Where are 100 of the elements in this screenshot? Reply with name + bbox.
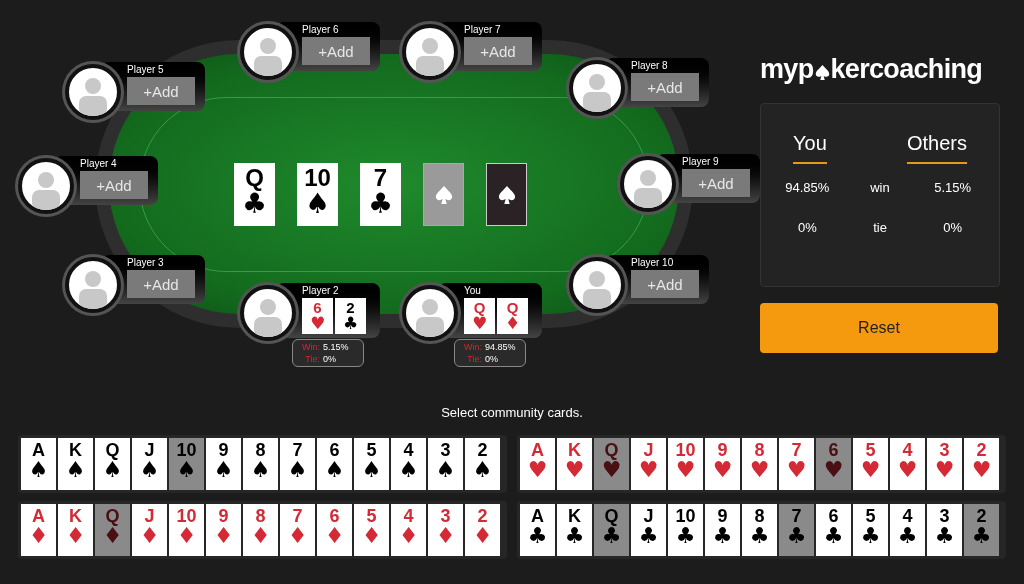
player-name: Player 4 bbox=[80, 157, 118, 171]
picker-card[interactable]: 3 ♦ bbox=[428, 503, 463, 556]
player-name: Player 7 bbox=[464, 23, 502, 37]
picker-card[interactable]: 6 ♠ bbox=[317, 437, 352, 490]
picker-card[interactable]: 6 ♣ bbox=[816, 503, 851, 556]
picker-card[interactable]: 4 ♣ bbox=[890, 503, 925, 556]
odds-value: 94.85% bbox=[784, 179, 831, 197]
picker-card[interactable]: 2 ♥ bbox=[964, 437, 999, 490]
player-name: Player 8 bbox=[631, 59, 669, 73]
picker-card[interactable]: Q ♠ bbox=[95, 437, 130, 490]
community-card[interactable]: Q ♣ bbox=[234, 163, 275, 226]
picker-card[interactable]: K ♣ bbox=[557, 503, 592, 556]
spade-icon bbox=[814, 64, 830, 81]
avatar bbox=[240, 285, 296, 341]
stat-value: 0% bbox=[323, 353, 336, 365]
stat-label: Tie: bbox=[466, 353, 482, 365]
avatar bbox=[402, 24, 458, 80]
picker-card[interactable]: 5 ♠ bbox=[354, 437, 389, 490]
picker-card[interactable]: A ♠ bbox=[21, 437, 56, 490]
player-name: Player 3 bbox=[127, 256, 165, 270]
picker-card[interactable]: 7 ♠ bbox=[280, 437, 315, 490]
add-player-button[interactable]: +Add bbox=[127, 270, 195, 298]
player-name: Player 2 bbox=[302, 284, 340, 298]
prompt-text: Select community cards. bbox=[441, 404, 583, 422]
add-player-button[interactable]: +Add bbox=[631, 73, 699, 101]
avatar bbox=[65, 64, 121, 120]
picker-card[interactable]: 10 ♦ bbox=[169, 503, 204, 556]
community-card[interactable]: 10 ♠ bbox=[297, 163, 338, 226]
player-name: Player 5 bbox=[127, 63, 165, 77]
picker-card[interactable]: 9 ♠ bbox=[206, 437, 241, 490]
stat-value: 0% bbox=[485, 353, 498, 365]
picker-card[interactable]: 5 ♣ bbox=[853, 503, 888, 556]
add-player-button[interactable]: +Add bbox=[302, 37, 370, 65]
picker-card[interactable]: 3 ♠ bbox=[428, 437, 463, 490]
picker-card[interactable]: J ♠ bbox=[132, 437, 167, 490]
hole-card: 2 ♣ bbox=[335, 298, 366, 334]
logo: myp kercoaching bbox=[760, 56, 984, 83]
add-player-button[interactable]: +Add bbox=[464, 37, 532, 65]
odds-value: 5.15% bbox=[933, 179, 973, 197]
spade-icon bbox=[434, 184, 453, 205]
player-name: Player 6 bbox=[302, 23, 340, 37]
odds-value: 0% bbox=[796, 218, 818, 237]
player-name: Player 10 bbox=[631, 256, 675, 270]
picker-card[interactable]: A ♣ bbox=[520, 503, 555, 556]
picker-card[interactable]: 10 ♥ bbox=[668, 437, 703, 490]
hole-card: 6 ♥ bbox=[302, 298, 333, 334]
community-card[interactable]: 7 ♣ bbox=[360, 163, 401, 226]
picker-card[interactable]: 7 ♥ bbox=[779, 437, 814, 490]
picker-card[interactable]: 9 ♣ bbox=[705, 503, 740, 556]
picker-card[interactable]: K ♥ bbox=[557, 437, 592, 490]
picker-card[interactable]: 4 ♥ bbox=[890, 437, 925, 490]
picker-card[interactable]: J ♦ bbox=[132, 503, 167, 556]
picker-card[interactable]: 5 ♥ bbox=[853, 437, 888, 490]
picker-card[interactable]: 9 ♦ bbox=[206, 503, 241, 556]
picker-card[interactable]: 5 ♦ bbox=[354, 503, 389, 556]
add-player-button[interactable]: +Add bbox=[127, 77, 195, 105]
picker-card[interactable]: 3 ♥ bbox=[927, 437, 962, 490]
picker-card[interactable]: 8 ♦ bbox=[243, 503, 278, 556]
card-back[interactable] bbox=[486, 163, 527, 226]
card-slot[interactable] bbox=[423, 163, 464, 226]
reset-button[interactable]: Reset bbox=[760, 303, 998, 353]
avatar bbox=[402, 285, 458, 341]
player-name: Player 9 bbox=[682, 155, 720, 169]
picker-card[interactable]: 4 ♦ bbox=[391, 503, 426, 556]
player-name: You bbox=[464, 284, 482, 298]
picker-card[interactable]: 2 ♠ bbox=[465, 437, 500, 490]
add-player-button[interactable]: +Add bbox=[631, 270, 699, 298]
picker-card[interactable]: 3 ♣ bbox=[927, 503, 962, 556]
column-header: Others bbox=[906, 128, 967, 164]
odds-value: 0% bbox=[942, 218, 964, 237]
picker-card[interactable]: 2 ♦ bbox=[465, 503, 500, 556]
stat-value: 5.15% bbox=[323, 341, 349, 353]
picker-card[interactable]: 9 ♥ bbox=[705, 437, 740, 490]
picker-card[interactable]: J ♣ bbox=[631, 503, 666, 556]
hole-card: Q ♥ bbox=[464, 298, 495, 334]
add-player-button[interactable]: +Add bbox=[80, 171, 148, 199]
picker-card[interactable]: 7 ♦ bbox=[280, 503, 315, 556]
avatar bbox=[18, 158, 74, 214]
avatar bbox=[569, 60, 625, 116]
picker-card[interactable]: 8 ♣ bbox=[742, 503, 777, 556]
picker-card[interactable]: J ♥ bbox=[631, 437, 666, 490]
picker-card[interactable]: A ♦ bbox=[21, 503, 56, 556]
hole-card: Q ♦ bbox=[497, 298, 528, 334]
picker-card[interactable]: K ♦ bbox=[58, 503, 93, 556]
stat-value: 94.85% bbox=[485, 341, 516, 353]
odds-label: win bbox=[869, 179, 891, 197]
picker-card[interactable]: A ♥ bbox=[520, 437, 555, 490]
picker-card[interactable]: 8 ♠ bbox=[243, 437, 278, 490]
avatar bbox=[65, 257, 121, 313]
column-header: You bbox=[793, 128, 827, 164]
picker-card[interactable]: 10 ♣ bbox=[668, 503, 703, 556]
picker-card[interactable]: 6 ♦ bbox=[317, 503, 352, 556]
stat-label: Tie: bbox=[304, 353, 320, 365]
picker-card[interactable]: 8 ♥ bbox=[742, 437, 777, 490]
add-player-button[interactable]: +Add bbox=[682, 169, 750, 197]
odds-label: tie bbox=[872, 218, 888, 237]
picker-card[interactable]: 4 ♠ bbox=[391, 437, 426, 490]
picker-card[interactable]: K ♠ bbox=[58, 437, 93, 490]
avatar bbox=[569, 257, 625, 313]
avatar bbox=[240, 24, 296, 80]
